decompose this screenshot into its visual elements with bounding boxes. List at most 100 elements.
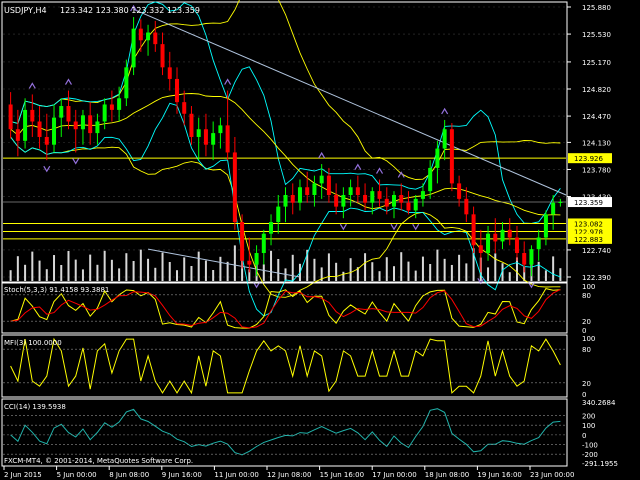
- candle-body: [536, 237, 541, 250]
- volume-bar: [81, 269, 84, 281]
- candle-body: [514, 237, 519, 254]
- candle-body: [449, 129, 454, 184]
- candle-body: [464, 198, 469, 215]
- candle-body: [435, 148, 440, 168]
- candle-body: [377, 191, 382, 199]
- candle-body: [73, 121, 78, 130]
- cci-axis-label: 340.2684: [582, 399, 616, 407]
- candle-body: [59, 106, 64, 118]
- candle-body: [261, 233, 266, 254]
- candle-body: [102, 104, 107, 122]
- volume-bar: [31, 251, 34, 281]
- volume-bar: [313, 258, 316, 281]
- time-tick-label: 23 Jun 00:00: [530, 471, 574, 479]
- stoch-label: Stoch(5,3,3) 91.4158 93.3881: [4, 286, 109, 294]
- volume-bar: [175, 270, 178, 281]
- candle-body: [471, 214, 476, 246]
- time-tick-label: 11 Jun 00:00: [214, 471, 258, 479]
- volume-bar: [53, 255, 56, 281]
- candle-body: [341, 194, 346, 207]
- price-tick-label: 125.170: [582, 59, 611, 67]
- cci-axis-label: -100: [582, 442, 598, 450]
- price-tick-label: 125.530: [582, 31, 611, 39]
- candle-body: [406, 202, 411, 211]
- volume-bar: [183, 257, 186, 281]
- volume-bar: [139, 249, 142, 281]
- candle-body: [153, 32, 158, 45]
- candle-body: [88, 115, 93, 134]
- candle-body: [196, 129, 201, 137]
- volume-bar: [291, 254, 294, 281]
- volume-bar: [335, 262, 338, 281]
- volume-bar: [96, 264, 99, 281]
- volume-bar: [38, 260, 41, 281]
- time-tick-label: 5 Jun 00:00: [57, 471, 97, 479]
- mfi-axis-label: 0: [582, 391, 586, 399]
- candle-body: [392, 194, 397, 207]
- candle-body: [363, 194, 368, 203]
- stoch-axis-label: 100: [582, 283, 595, 291]
- price-tag-label: 122.883: [574, 236, 603, 244]
- candle-body: [522, 253, 527, 265]
- time-tick-label: 8 Jun 08:00: [109, 471, 149, 479]
- price-tick-label: 123.780: [582, 166, 611, 174]
- volume-bar: [110, 259, 113, 281]
- candle-body: [167, 67, 172, 79]
- candle-body: [305, 187, 310, 195]
- volume-bar: [429, 264, 432, 281]
- price-tag-label: 123.359: [574, 199, 603, 207]
- mfi-axis-label: 20: [582, 380, 591, 388]
- cci-axis-label: -291.1955: [582, 460, 618, 468]
- candle-body: [457, 183, 462, 199]
- volume-bar: [118, 268, 121, 281]
- volume-bar: [515, 257, 518, 281]
- volume-bar: [89, 254, 92, 281]
- candle-body: [138, 28, 143, 41]
- candle-body: [174, 78, 179, 103]
- volume-bar: [74, 259, 77, 281]
- volume-bar: [400, 252, 403, 281]
- candle-body: [23, 109, 28, 141]
- candle-body: [558, 201, 563, 203]
- candle-body: [218, 125, 223, 134]
- candle-body: [109, 104, 114, 110]
- candle-body: [66, 106, 71, 122]
- candle-body: [95, 121, 100, 134]
- candle-body: [551, 202, 556, 215]
- candle-body: [240, 222, 245, 261]
- candle-body: [211, 133, 216, 145]
- candle-body: [319, 175, 324, 184]
- trading-chart[interactable]: USDJPY,H4 123.342 123.380 123.332 123.35…: [0, 0, 640, 480]
- volume-bar: [270, 250, 273, 281]
- volume-bar: [494, 253, 497, 281]
- candle-body: [290, 194, 295, 203]
- price-tick-label: 124.470: [582, 113, 611, 121]
- mfi-label: MFI(3) 100.0000: [4, 339, 62, 347]
- volume-bar: [421, 256, 424, 281]
- candle-body: [131, 28, 136, 68]
- volume-bar: [132, 261, 135, 281]
- candle-body: [348, 187, 353, 195]
- volume-bar: [161, 252, 164, 281]
- volume-bar: [342, 271, 345, 281]
- candle-body: [189, 113, 194, 137]
- time-tick-label: 15 Jun 16:00: [320, 471, 364, 479]
- volume-bar: [204, 260, 207, 281]
- candle-body: [529, 249, 534, 265]
- stoch-axis-label: 80: [582, 292, 591, 300]
- volume-bar: [103, 250, 106, 281]
- candle-body: [413, 198, 418, 211]
- cci-axis-label: 100: [582, 422, 595, 430]
- price-tick-label: 124.820: [582, 86, 611, 94]
- volume-bar: [465, 263, 468, 281]
- volume-bar: [458, 254, 461, 281]
- volume-bar: [378, 271, 381, 281]
- volume-bar: [219, 256, 222, 281]
- candle-body: [297, 187, 302, 203]
- volume-bar: [226, 261, 229, 281]
- symbol-label: USDJPY,H4: [4, 6, 47, 15]
- time-tick-label: 12 Jun 08:00: [267, 471, 311, 479]
- cci-axis-label: 0: [582, 432, 586, 440]
- mfi-axis-label: 80: [582, 346, 591, 354]
- candle-body: [384, 198, 389, 207]
